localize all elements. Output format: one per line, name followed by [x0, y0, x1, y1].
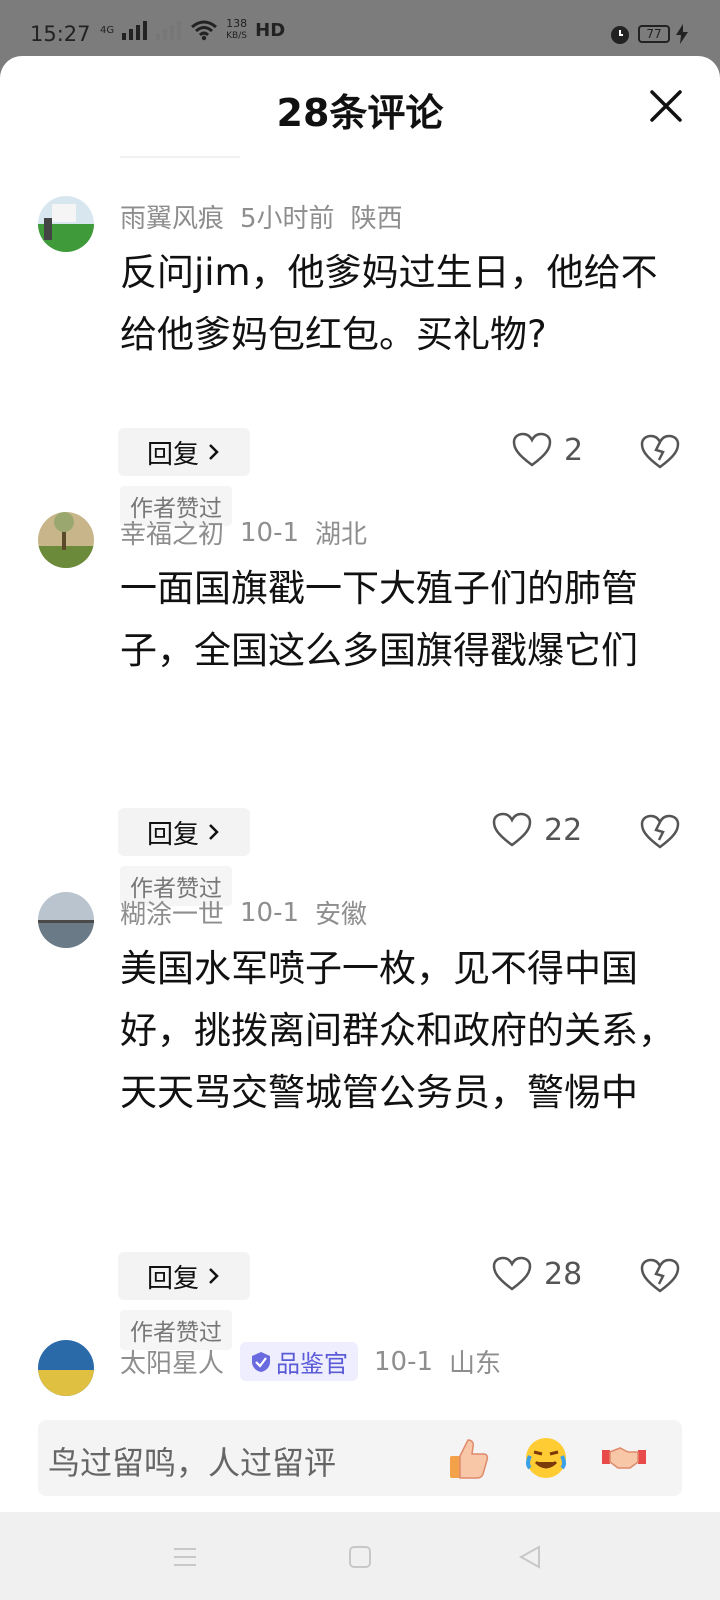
home-button[interactable]: [345, 1542, 375, 1572]
like-button[interactable]: 28: [492, 1256, 582, 1292]
username[interactable]: 幸福之初: [120, 514, 224, 551]
broken-heart-icon: [640, 1258, 680, 1293]
reply-label: 回复: [146, 1263, 199, 1294]
hd-label: HD: [255, 19, 286, 41]
comment-meta: 太阳星人 品鉴官 10-1 山东: [120, 1342, 501, 1381]
username[interactable]: 太阳星人: [120, 1343, 224, 1380]
like-count: 22: [544, 812, 583, 848]
speed-unit: KB/S: [226, 31, 247, 41]
like-count: 28: [544, 1256, 583, 1292]
like-button[interactable]: 22: [492, 812, 582, 848]
network-label: 4G: [100, 24, 115, 36]
broken-heart-icon: [640, 814, 680, 849]
comment-meta: 幸福之初 10-1 湖北: [120, 514, 367, 551]
back-triangle-icon: [518, 1545, 540, 1569]
sheet-header: 28条评论: [0, 56, 720, 156]
broken-heart-icon: [640, 434, 680, 469]
chevron-right-icon: [209, 1268, 219, 1284]
username[interactable]: 糊涂一世: [120, 894, 224, 931]
verified-shield-icon: [252, 1351, 271, 1372]
chevron-right-icon: [209, 824, 219, 840]
status-time: 15:27: [30, 22, 91, 46]
like-count: 2: [564, 432, 584, 468]
comment-location: 湖北: [315, 520, 368, 550]
status-right: 77: [608, 22, 688, 46]
dislike-button[interactable]: [640, 814, 680, 854]
comment-location: 陕西: [350, 204, 403, 234]
signal-weak-icon: [156, 21, 182, 40]
badge-label: 品鉴官: [276, 1350, 349, 1378]
comment-location: 山东: [449, 1349, 502, 1379]
speed-value: 138: [226, 17, 248, 30]
handshake-emoji[interactable]: [600, 1434, 648, 1482]
comment-meta: 雨翼风痕 5小时前 陕西: [120, 198, 403, 235]
alarm-icon: [611, 26, 629, 44]
avatar[interactable]: [38, 512, 94, 568]
comments-sheet: 28条评论 雨翼风痕 5小时前 陕西 反问jim，他爹妈过生日，他给不给他爹妈包…: [0, 56, 720, 1512]
reply-label: 回复: [146, 439, 199, 470]
back-button[interactable]: [515, 1542, 545, 1572]
comment-meta: 糊涂一世 10-1 安徽: [120, 894, 367, 931]
wifi-icon: [191, 20, 218, 41]
home-square-icon: [349, 1546, 371, 1568]
heart-icon: [512, 432, 552, 467]
status-bar: 15:27 4G 138 KB/S HD 77: [0, 0, 720, 60]
comment-text: 一面国旗戳一下大殖子们的肺管子，全国这么多国旗得戳爆它们: [120, 567, 638, 672]
reply-button[interactable]: 回复: [118, 808, 250, 856]
reply-button[interactable]: 回复: [118, 428, 250, 476]
thumbs-up-emoji[interactable]: [444, 1434, 492, 1482]
charging-icon: [676, 24, 688, 44]
comment-input[interactable]: 鸟过留鸣，人过留评: [38, 1420, 682, 1496]
reply-label: 回复: [146, 819, 199, 850]
heart-icon: [492, 1256, 532, 1291]
comment-time: 10-1: [374, 1346, 434, 1377]
heart-icon: [492, 812, 532, 847]
comment-input-placeholder: 鸟过留鸣，人过留评: [48, 1444, 337, 1482]
signal-icon: [122, 21, 148, 40]
close-button[interactable]: [646, 86, 686, 126]
dislike-button[interactable]: [640, 434, 680, 474]
battery-level: 77: [646, 27, 662, 41]
system-nav-bar: [0, 1512, 720, 1600]
crying-laughing-emoji[interactable]: [522, 1434, 570, 1482]
like-button[interactable]: 2: [512, 432, 583, 468]
comment-time: 5小时前: [240, 204, 335, 234]
chevron-right-icon: [209, 444, 219, 460]
network-indicators: 4G 138 KB/S HD: [100, 18, 285, 42]
dislike-button[interactable]: [640, 1258, 680, 1298]
comment-text: 美国水军喷子一枚，见不得中国好，挑拨离间群众和政府的关系，天天骂交警城管公务员，…: [120, 947, 675, 1114]
menu-button[interactable]: [170, 1542, 200, 1572]
avatar[interactable]: [38, 196, 94, 252]
network-speed: 138 KB/S: [226, 18, 247, 42]
username[interactable]: 雨翼风痕: [120, 198, 224, 235]
comment-text: 反问jim，他爹妈过生日，他给不给他爹妈包红包。买礼物?: [120, 251, 658, 356]
reply-button[interactable]: 回复: [118, 1252, 250, 1300]
menu-icon: [174, 1548, 196, 1566]
avatar[interactable]: [38, 892, 94, 948]
divider: [120, 156, 240, 158]
comment-time: 10-1: [240, 897, 300, 928]
battery-indicator: 77: [638, 25, 670, 43]
sheet-title: 28条评论: [276, 91, 444, 135]
status-badge: 品鉴官: [240, 1342, 359, 1381]
comment-location: 安徽: [315, 900, 368, 930]
comment-time: 10-1: [240, 517, 300, 548]
close-icon: [650, 90, 682, 122]
avatar[interactable]: [38, 1340, 94, 1396]
